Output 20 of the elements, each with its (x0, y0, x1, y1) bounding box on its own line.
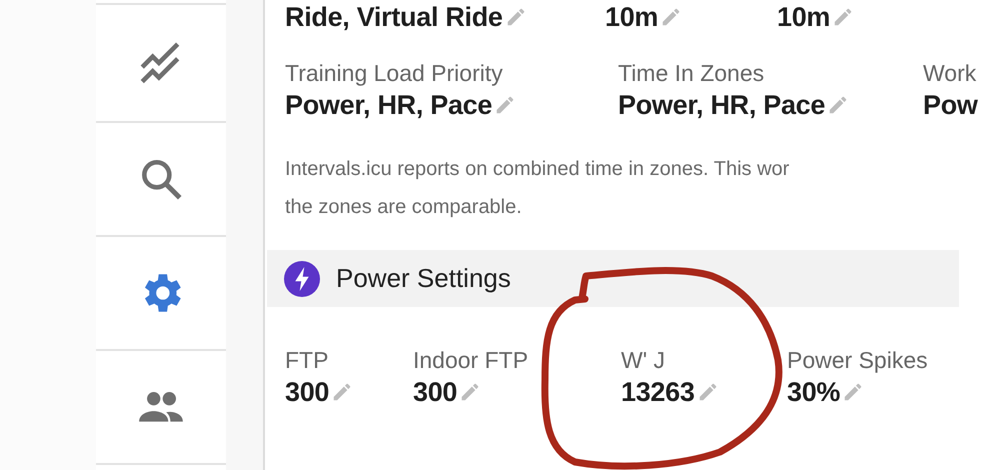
field-value: 300 (285, 376, 330, 409)
field-value: Ride, Virtual Ride (285, 1, 503, 34)
section-title: Power Settings (336, 263, 511, 294)
field-label: W' J (621, 346, 666, 375)
field-value: 300 (413, 376, 458, 409)
field-label: Power Spikes (787, 346, 929, 375)
field-value: 30% (787, 376, 840, 409)
field-value: Power, HR, Pace (618, 89, 826, 122)
field-value: Power, HR, Pace (285, 89, 492, 122)
zones-note: Intervals.icu reports on combined time in zones. This wor the zones are comparable. (285, 157, 790, 220)
field-value: Pow (923, 89, 978, 122)
lightning-icon (284, 260, 320, 296)
field-label: FTP (285, 346, 330, 375)
field-value: 10m (605, 1, 658, 34)
field-value: 13263 (621, 376, 695, 409)
field-label: Time In Zones (618, 59, 766, 88)
field-label: Indoor FTP (413, 346, 530, 375)
field-value: 10m (777, 1, 830, 34)
field-label: Work (923, 59, 978, 88)
field-label: Training Load Priority (285, 59, 504, 88)
